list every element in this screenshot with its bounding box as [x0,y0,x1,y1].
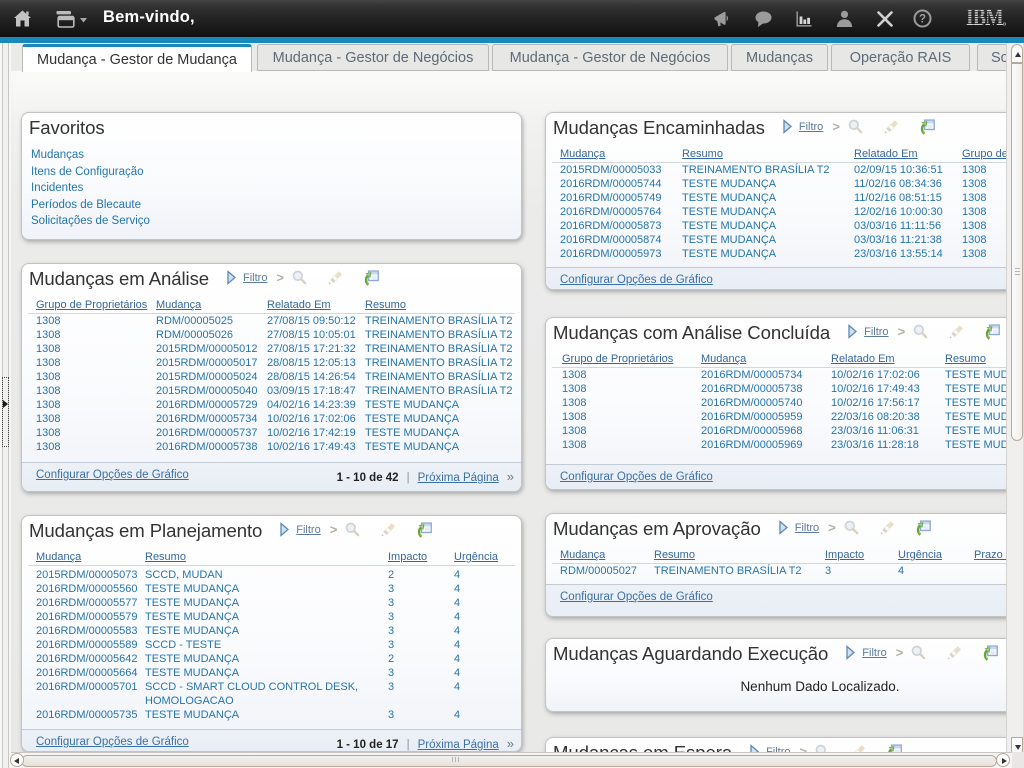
svg-text:?: ? [919,14,926,26]
